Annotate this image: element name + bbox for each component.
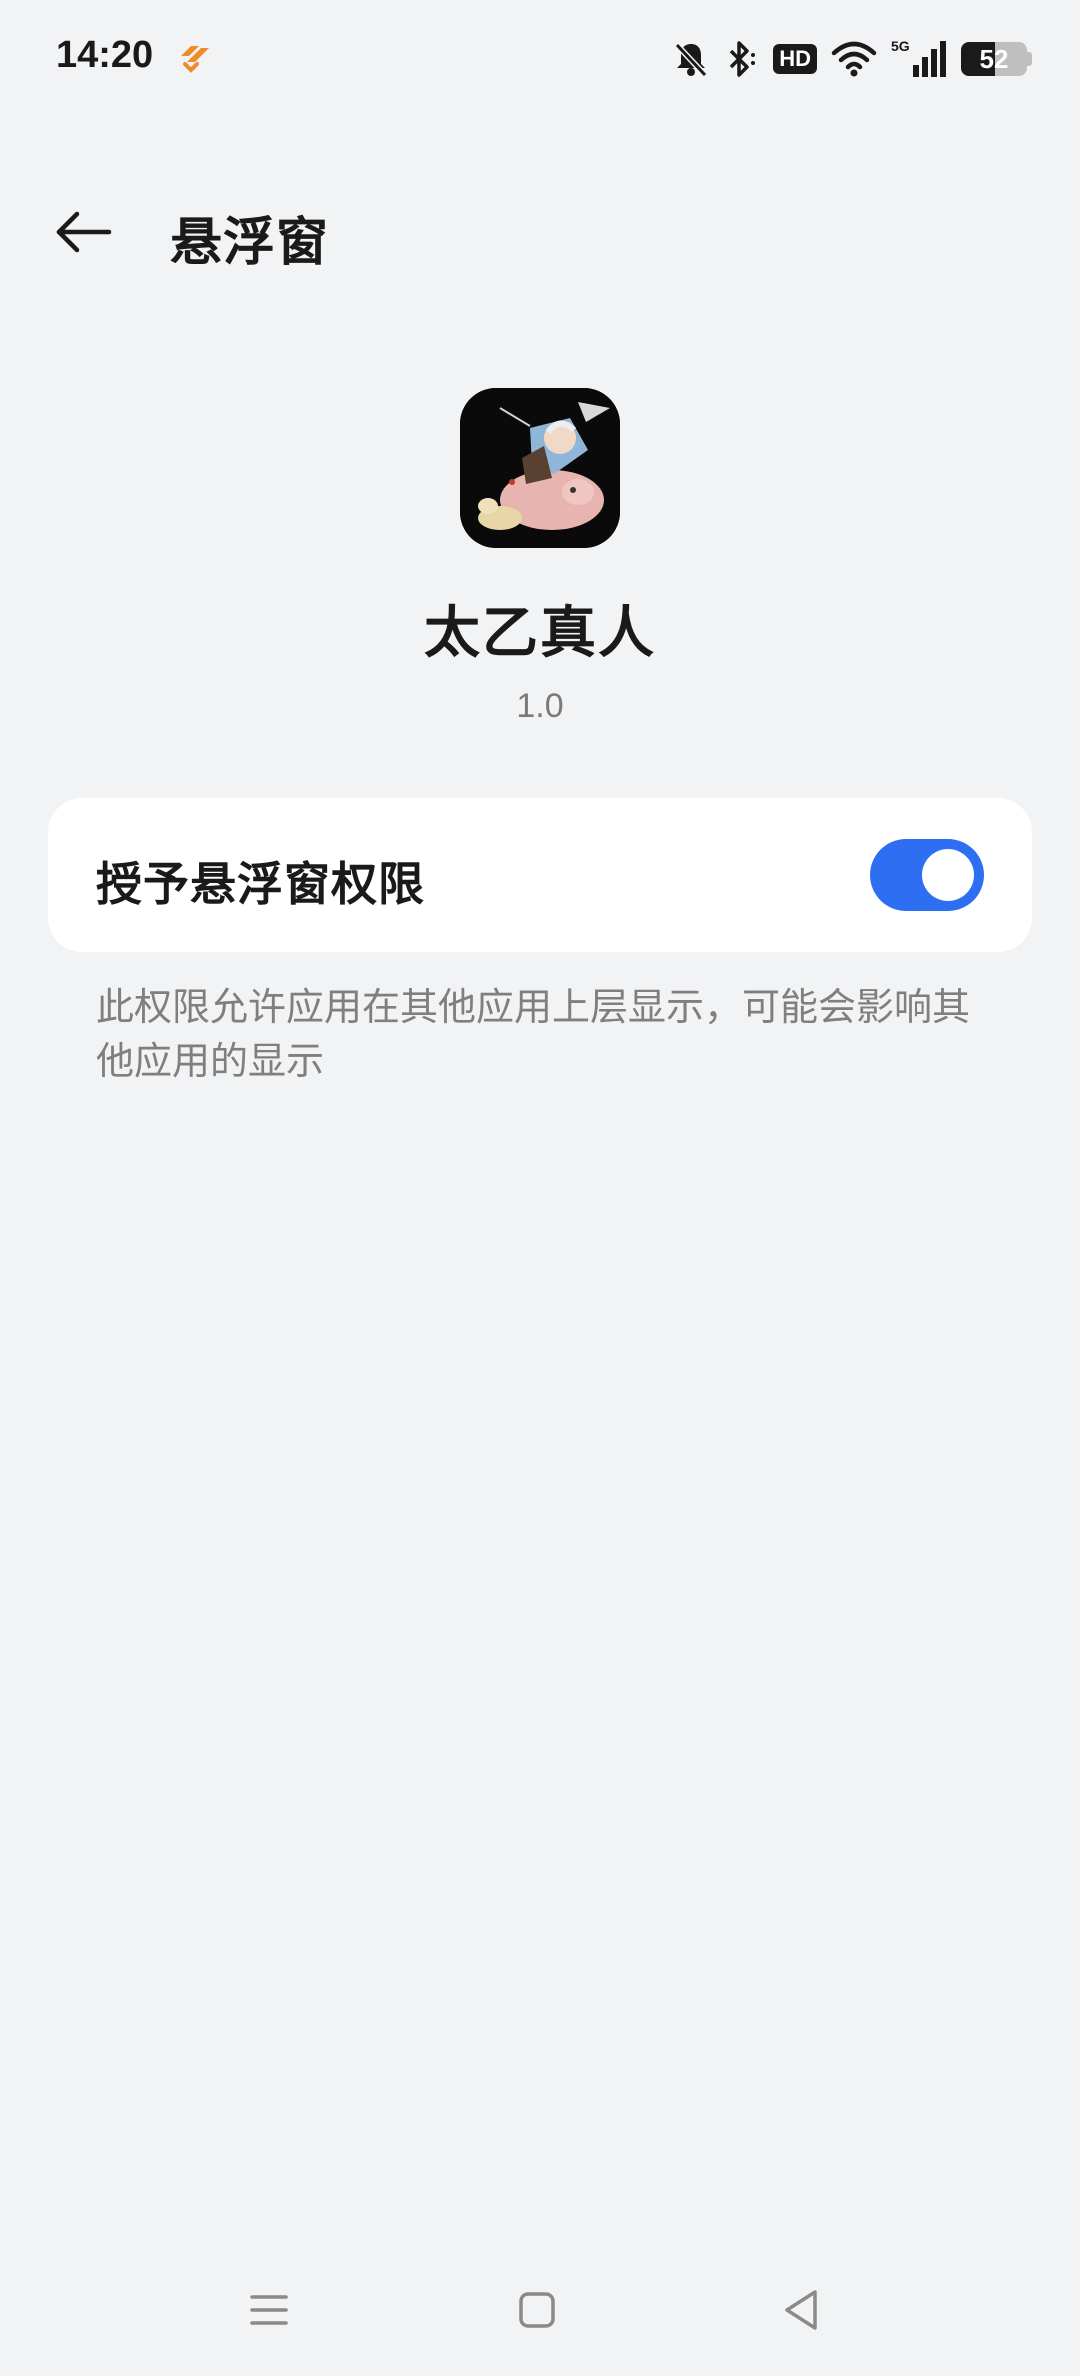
back-icon [785,2290,817,2330]
hd-icon: HD [773,44,817,74]
back-arrow-icon [56,211,112,253]
header: 悬浮窗 [0,180,1080,280]
nav-back-button[interactable] [761,2280,841,2340]
network-type-label: 5G [891,39,910,54]
toggle-knob [922,849,974,901]
page-title: 悬浮窗 [170,213,330,273]
app-info: 太乙真人 1.0 [0,388,1080,726]
menu-button[interactable] [229,2280,309,2340]
home-icon [519,2292,555,2328]
wifi-icon [831,39,877,79]
battery-icon: 52 [961,42,1032,76]
signal-icon: 5G [891,39,947,79]
status-time: 14:20 [56,34,154,76]
app-version: 1.0 [516,687,564,725]
status-bar: 14:20 HD 5G 52 [0,0,1080,120]
permission-toggle[interactable] [870,839,984,911]
home-button[interactable] [497,2280,577,2340]
app-notification-icon [175,42,213,74]
app-name: 太乙真人 [424,601,656,666]
menu-icon [250,2295,288,2325]
mute-bell-icon [671,39,711,79]
bluetooth-icon [725,39,759,79]
status-icons: HD 5G 52 [671,34,1032,84]
permission-label: 授予悬浮窗权限 [96,857,425,911]
permission-description: 此权限允许应用在其他应用上层显示，可能会影响其他应用的显示 [96,985,971,1083]
app-icon [460,388,620,548]
back-button[interactable] [40,192,130,272]
permission-card: 授予悬浮窗权限 [48,798,1032,952]
navigation-bar [0,2260,1080,2360]
battery-level: 52 [979,44,1009,74]
